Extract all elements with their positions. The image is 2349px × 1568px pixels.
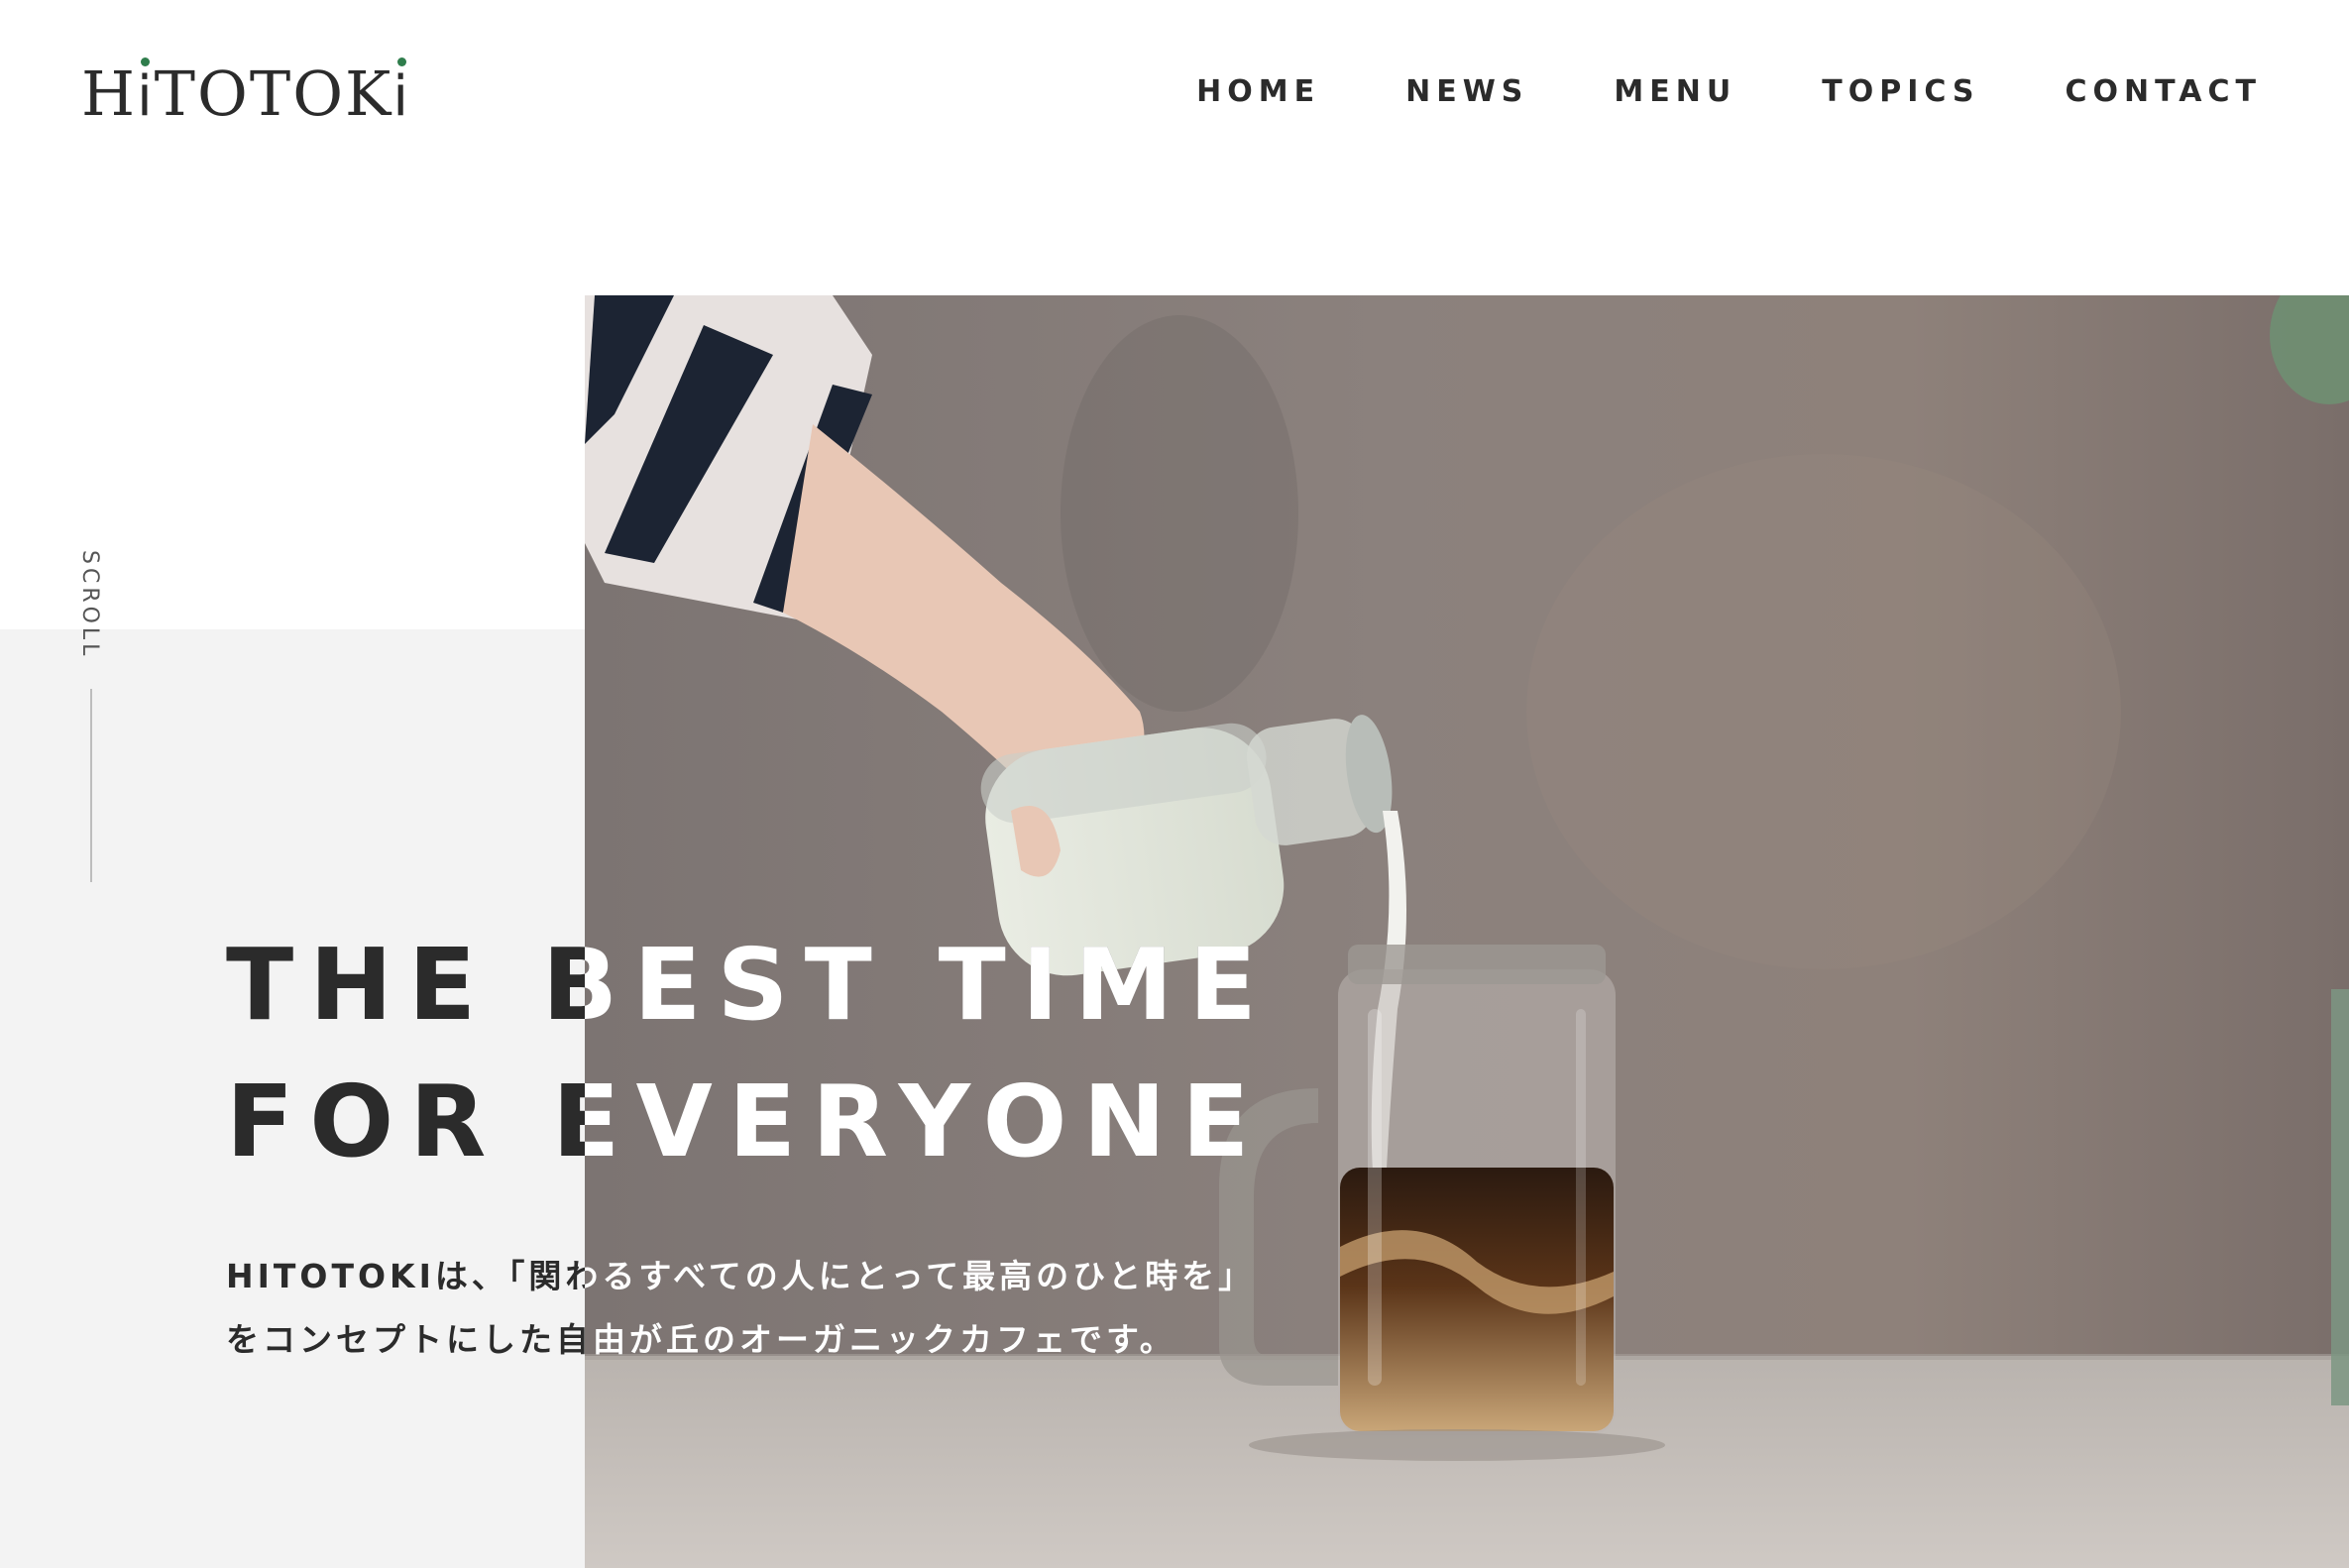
headline-line-2: FOR EVERYONE FOR EVERYONE (226, 1054, 1316, 1190)
main-nav: HOME NEWS MENU TOPICS CONTACT (1111, 77, 2262, 107)
logo-letter-i: i (392, 57, 410, 125)
logo-letter: T (154, 57, 197, 130)
logo-accent-dot (396, 57, 406, 66)
nav-topics[interactable]: TOPICS (1822, 77, 1979, 107)
logo-letter: K (345, 57, 393, 130)
logo-letter: O (197, 57, 250, 130)
description-line-1: HITOTOKIは、「関わるすべての人にとって最高のひと時を」 HITOTOKI… (226, 1245, 1316, 1308)
hero-description: HITOTOKIは、「関わるすべての人にとって最高のひと時を」 HITOTOKI… (226, 1245, 1316, 1372)
logo-letter: H (81, 57, 138, 130)
logo-letter-i: i (137, 57, 155, 125)
scroll-label[interactable]: SCROLL (77, 550, 102, 659)
description-line-2: をコンセプトにした自由が丘のオーガニックカフェです。 をコンセプトにした自由が丘… (226, 1308, 1316, 1372)
page: H i T O T O K i HOME NEWS MENU TOPICS CO… (0, 0, 2349, 1568)
site-logo[interactable]: H i T O T O K i (81, 57, 418, 130)
headline-line-1: THE BEST TIME THE BEST TIME (226, 917, 1316, 1054)
nav-news[interactable]: NEWS (1405, 77, 1528, 107)
logo-letter: O (292, 57, 346, 130)
nav-menu[interactable]: MENU (1614, 77, 1736, 107)
nav-home[interactable]: HOME (1196, 77, 1320, 107)
logo-letter: T (249, 57, 293, 130)
scroll-line (90, 689, 92, 882)
hero-headline: THE BEST TIME THE BEST TIME FOR EVERYONE… (226, 917, 1316, 1190)
nav-contact[interactable]: CONTACT (2066, 77, 2262, 107)
